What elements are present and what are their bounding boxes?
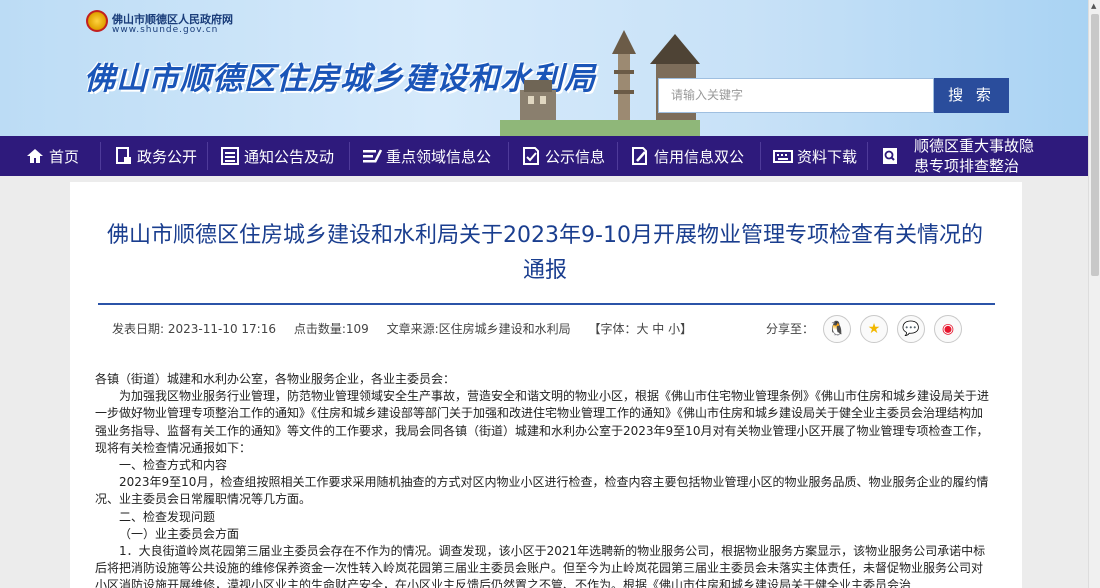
document-icon [116, 147, 131, 164]
keyboard-icon [773, 150, 793, 163]
nav-item-label: 政务公开 [137, 147, 198, 166]
nav-item-label: 信用信息双公 [654, 147, 745, 166]
scrollbar-thumb[interactable] [1091, 14, 1099, 276]
subsection-heading: （一）业主委员会方面 [119, 526, 240, 541]
nav-item-label: 重点领域信息公 [386, 147, 492, 166]
font-size-control[interactable]: 【字体：大 中 小】 [588, 322, 692, 336]
search-input[interactable]: 请输入关键字 [658, 78, 934, 113]
gov-site-url[interactable]: www.shunde.gov.cn [112, 25, 218, 35]
article-title: 佛山市顺德区住房城乡建设和水利局关于2023年9-10月开展物业管理专项检查有关… [107, 223, 983, 283]
nav-item-downloads[interactable]: 资料下载 [761, 136, 867, 176]
section-heading: 一、检查方式和内容 [119, 458, 228, 473]
nav-item-label: 通知公告及动 [244, 147, 335, 166]
qzone-share-icon[interactable]: ★ [860, 315, 888, 343]
nav-item-label: 首页 [49, 147, 80, 166]
clipboard-icon [523, 147, 539, 165]
share-label: 分享至： [766, 322, 815, 336]
article-meta: 发表日期: 2023-11-10 17:16 点击数量:109 文章来源:区住房… [112, 320, 706, 337]
scroll-up-arrow-icon[interactable]: ▲ [1091, 2, 1096, 10]
home-icon [27, 149, 43, 163]
nav-item-government-affairs[interactable]: 政务公开 [101, 136, 207, 176]
qq-share-icon[interactable]: 🐧 [823, 315, 851, 343]
publish-date: 发表日期: 2023-11-10 17:16 [112, 322, 276, 336]
nav-item-label-line2: 患专项排查整治 [914, 157, 1020, 175]
paragraph: 1．大良街道岭岚花园第三届业主委员会存在不作为的情况。调查发现，该小区于2021… [95, 544, 986, 588]
nav-item-label: 公示信息 [545, 147, 606, 166]
wechat-share-icon[interactable]: 💬 [897, 315, 925, 343]
lines-icon [363, 149, 382, 163]
nav-item-home[interactable]: 首页 [0, 136, 100, 176]
paragraph: 2023年9至10月，检查组按照相关工作要求采用随机抽查的方式对区内物业小区进行… [95, 475, 989, 507]
nav-item-label: 顺德区重大事故隐 [914, 137, 1035, 155]
search-button[interactable]: 搜 索 [934, 78, 1009, 113]
vertical-scrollbar[interactable]: ▲ [1088, 0, 1100, 588]
search-doc-icon [883, 148, 897, 164]
article-panel: 佛山市顺德区住房城乡建设和水利局关于2023年9-10月开展物业管理专项检查有关… [70, 182, 1022, 588]
nav-item-hazard-inspection[interactable]: 顺德区重大事故隐 患专项排查整治 [868, 136, 1048, 176]
nav-item-credit-info[interactable]: 信用信息双公 [618, 136, 760, 176]
section-heading: 二、检查发现问题 [119, 509, 216, 524]
click-count: 点击数量:109 [293, 322, 369, 336]
nav-item-key-areas[interactable]: 重点领域信息公 [350, 136, 508, 176]
nav-item-public-notices[interactable]: 公示信息 [509, 136, 617, 176]
paragraph-salutation: 各镇（街道）城建和水利办公室，各物业服务企业，各业主委员会： [95, 372, 456, 386]
header-banner: 佛山市顺德区人民政府网 www.shunde.gov.cn 佛山市顺德区住房城乡… [0, 0, 1088, 136]
share-icons: 🐧 ★ 💬 ◉ [823, 315, 962, 343]
national-emblem-icon [86, 10, 108, 32]
article-body: 各镇（街道）城建和水利办公室，各物业服务企业，各业主委员会： 为加强我区物业服务… [95, 371, 990, 588]
article-source: 文章来源:区住房城乡建设和水利局 [386, 322, 571, 336]
title-divider [98, 303, 995, 305]
nav-item-label: 资料下载 [797, 147, 858, 166]
list-icon [221, 147, 239, 165]
paragraph: 为加强我区物业服务行业管理，防范物业管理领域安全生产事故，营造安全和谐文明的物业… [95, 389, 990, 455]
weibo-share-icon[interactable]: ◉ [934, 315, 962, 343]
main-nav: 首页 政务公开 通知公告及动 重点领域信息公 公示信息 信用信息双公 资料下载 … [0, 136, 1088, 176]
nav-item-notices[interactable]: 通知公告及动 [208, 136, 349, 176]
pen-doc-icon [632, 147, 647, 165]
